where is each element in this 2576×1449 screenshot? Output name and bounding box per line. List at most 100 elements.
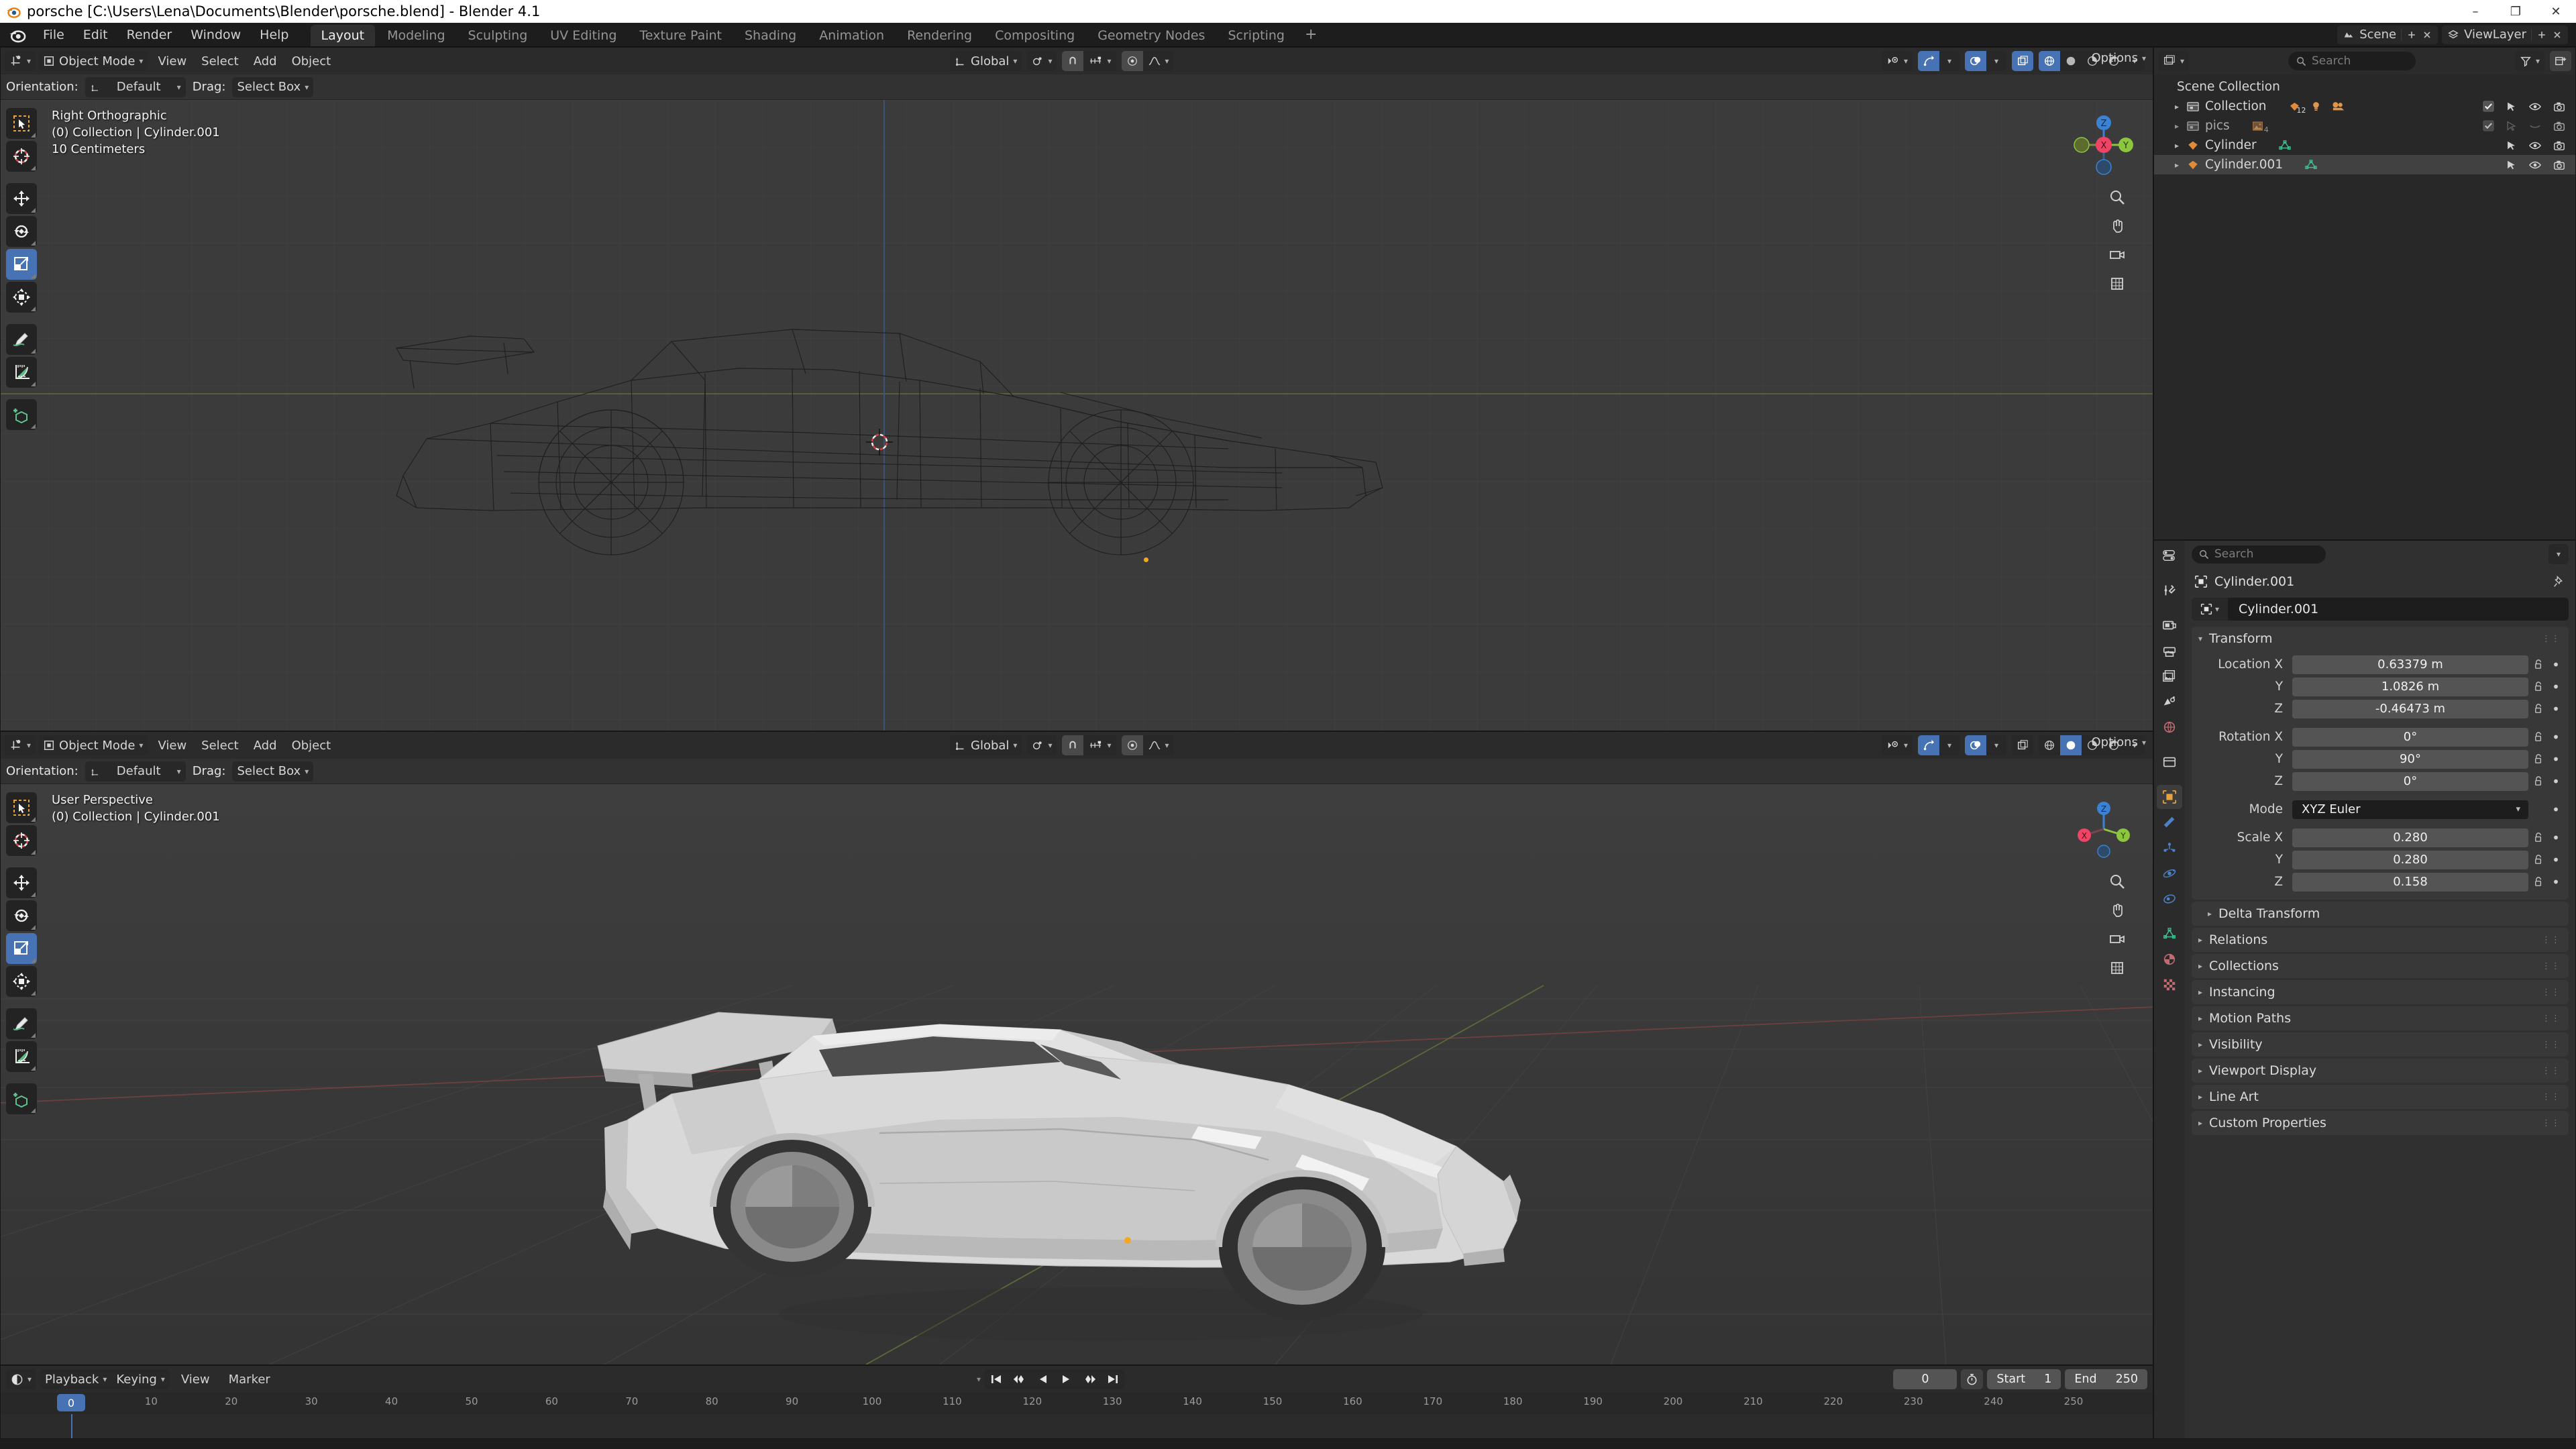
workspace-tab-texture-paint[interactable]: Texture Paint [629,25,733,46]
transform-value-scale-x-7[interactable]: 0.280 [2292,828,2528,847]
lock-icon-rotation-x-3[interactable] [2528,731,2548,743]
timeline-menu-playback[interactable]: Playback ▾ [40,1369,111,1389]
editor-type-selector-properties[interactable] [2157,543,2182,568]
pan-hand-icon-top[interactable] [2106,215,2129,237]
workspace-tab-layout[interactable]: Layout [310,25,376,46]
lock-icon-y-4[interactable] [2528,753,2548,765]
play-button[interactable] [1055,1369,1077,1389]
outliner-row-collection[interactable]: ▸ Collection 12 [2154,97,2575,116]
animate-dot-rotation-x-3[interactable]: • [2548,729,2563,745]
outliner-row-pics[interactable]: ▸ pics 4 [2154,116,2575,136]
viewport-top-menu-select[interactable]: Select [194,52,246,71]
lock-icon-location-x-0[interactable] [2528,659,2548,670]
animate-dot-z-9[interactable]: • [2548,874,2563,890]
toggle-ortho-icon-top[interactable] [2106,272,2129,295]
orientation-dropdown-bottom[interactable]: Default ▾ [85,761,186,782]
viewport-bottom-canvas[interactable]: User Perspective (0) Collection | Cylind… [1,784,2153,1364]
transform-value-rotation-x-3[interactable]: 0° [2292,727,2528,747]
properties-tab-output[interactable] [2157,639,2182,663]
jump-to-end-button[interactable] [1102,1369,1124,1389]
animate-dot-z-2[interactable]: • [2548,701,2563,717]
navigation-gizmo-bottom[interactable]: Z Y X [2067,792,2141,866]
drag-dropdown-bottom[interactable]: Select Box ▾ [232,761,314,782]
topbar-menu-window[interactable]: Window [181,25,250,45]
tool-transform-bottom[interactable] [6,966,37,997]
lock-icon-scale-x-7[interactable] [2528,832,2548,843]
viewport-top-menu-object[interactable]: Object [284,52,339,71]
show-overlays-bottom[interactable] [1965,735,1986,755]
tool-add-cube-top[interactable] [6,399,37,430]
workspace-tab-uv-editing[interactable]: UV Editing [539,25,627,46]
zoom-icon-top[interactable] [2106,186,2129,209]
drag-dropdown-top[interactable]: Select Box ▾ [232,76,314,97]
viewport-bottom-menu-object[interactable]: Object [284,736,339,755]
editor-type-selector-top[interactable]: ▾ [5,51,36,71]
tool-measure-top[interactable] [6,357,37,388]
previous-keyframe-button[interactable] [1008,1369,1032,1389]
workspace-tab-geometry-nodes[interactable]: Geometry Nodes [1087,25,1216,46]
viewport-bottom-menu-view[interactable]: View [150,736,194,755]
topbar-menu-help[interactable]: Help [250,25,298,45]
panel-line-art[interactable]: ▸ Line Art ⋮⋮ [2192,1085,2569,1109]
properties-tab-modifiers[interactable] [2157,810,2182,835]
outliner-new-collection-button[interactable] [2550,51,2571,71]
transform-value-y-4[interactable]: 90° [2292,749,2528,769]
animate-dot-mode-6[interactable]: • [2548,802,2563,818]
snap-toggle-bottom[interactable] [1062,735,1084,755]
outliner-checkbox[interactable] [2483,101,2494,112]
properties-tab-tool[interactable] [2157,578,2182,602]
pivot-point-bottom[interactable]: ▾ [1027,735,1057,755]
timeline-playhead[interactable]: 0 [57,1394,85,1411]
properties-tab-physics[interactable] [2157,861,2182,885]
snap-options-bottom[interactable]: ▾ [1083,735,1116,755]
overlay-options-bottom[interactable]: ▾ [1986,735,2006,755]
properties-tab-view-layer[interactable] [2157,664,2182,688]
panel-collections[interactable]: ▸ Collections ⋮⋮ [2192,954,2569,978]
timeline-menu-view[interactable]: View [174,1370,217,1389]
tool-transform-top[interactable] [6,282,37,313]
topbar-menu-file[interactable]: File [34,25,74,45]
panel-visibility[interactable]: ▸ Visibility ⋮⋮ [2192,1032,2569,1057]
proportional-falloff-top[interactable]: ▾ [1143,51,1174,71]
panel-delta-transform[interactable]: ▸ Delta Transform [2192,902,2569,926]
zoom-icon-bottom[interactable] [2106,870,2129,893]
end-frame-field[interactable]: End 250 [2065,1369,2147,1389]
animate-dot-scale-x-7[interactable]: • [2548,830,2563,846]
viewport-bottom-menu-select[interactable]: Select [194,736,246,755]
tool-rotate-bottom[interactable] [6,900,37,931]
show-overlays-top[interactable] [1965,51,1986,71]
outliner-checkbox[interactable] [2483,120,2494,131]
viewport-top-menu-add[interactable]: Add [246,52,284,71]
transform-value-z-2[interactable]: -0.46473 m [2292,699,2528,718]
panel-motion-paths[interactable]: ▸ Motion Paths ⋮⋮ [2192,1006,2569,1030]
workspace-tab-shading[interactable]: Shading [734,25,807,46]
tool-scale-bottom[interactable] [6,933,37,964]
transform-value-z-9[interactable]: 0.158 [2292,872,2528,892]
camera-view-icon-bottom[interactable] [2106,928,2129,951]
viewport-bottom-menu-add[interactable]: Add [246,736,284,755]
properties-tab-object[interactable] [2157,785,2182,809]
editor-type-selector-outliner[interactable]: ▾ [2158,51,2190,71]
properties-tab-render[interactable] [2157,613,2182,637]
workspace-tab-scripting[interactable]: Scripting [1217,25,1295,46]
disclosure-triangle-icon[interactable]: ▸ [2171,121,2182,131]
editor-type-selector-timeline[interactable]: ▾ [6,1369,37,1389]
jump-to-start-button[interactable] [985,1369,1008,1389]
properties-tab-object-data[interactable] [2157,922,2182,946]
properties-tab-constraints[interactable] [2157,887,2182,911]
proportional-edit-top[interactable] [1121,51,1143,71]
animate-dot-y-8[interactable]: • [2548,852,2563,868]
timeline-menu-keying[interactable]: Keying ▾ [111,1369,170,1389]
auto-keying-toggle[interactable] [1961,1369,1984,1389]
xray-toggle-bottom[interactable] [2012,735,2033,755]
tool-move-top[interactable] [6,183,37,214]
workspace-tab-compositing[interactable]: Compositing [984,25,1085,46]
play-reverse-button[interactable] [1032,1369,1055,1389]
lock-icon-z-2[interactable] [2528,703,2548,714]
lock-icon-y-1[interactable] [2528,681,2548,692]
object-name-field[interactable]: Cylinder.001 [2228,598,2569,621]
outliner-row-scene-collection[interactable]: Scene Collection [2154,77,2575,97]
tool-cursor-top[interactable] [6,141,37,172]
tool-rotate-top[interactable] [6,216,37,247]
object-type-visibility-top[interactable]: ▾ [1882,51,1913,71]
